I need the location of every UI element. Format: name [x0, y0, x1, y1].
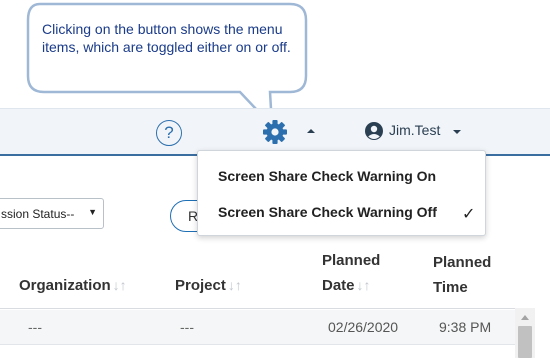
- header-label: Project: [175, 277, 226, 294]
- column-header-organization[interactable]: Organization ↓↑: [19, 273, 127, 298]
- user-menu-chevron-down-icon[interactable]: [452, 129, 462, 135]
- username-label[interactable]: Jim.Test: [389, 122, 440, 138]
- column-header-project[interactable]: Project ↓↑: [175, 273, 242, 298]
- table-row[interactable]: [0, 310, 515, 344]
- settings-caret-icon[interactable]: [306, 128, 316, 134]
- cell-project: ---: [180, 319, 194, 335]
- header-label-line1: Planned: [433, 254, 492, 271]
- sort-icon[interactable]: ↓↑: [357, 277, 371, 293]
- header-label: Organization: [19, 277, 111, 294]
- callout-text: Clicking on the button shows the menu it…: [42, 21, 291, 55]
- checkmark-icon: ✓: [462, 206, 476, 223]
- header-label-line2: Date: [322, 277, 355, 294]
- help-icon[interactable]: ?: [156, 120, 182, 146]
- column-header-planned-date[interactable]: Planned Date ↓↑: [322, 248, 380, 298]
- table-header-divider: [0, 308, 515, 309]
- cell-planned-date: 02/26/2020: [328, 319, 399, 335]
- session-status-select[interactable]: ssion Status-- ▼: [0, 198, 104, 229]
- menu-item-warning-on[interactable]: Screen Share Check Warning On: [218, 168, 436, 184]
- session-status-value: ssion Status--: [1, 207, 75, 221]
- cell-organization: ---: [28, 319, 42, 335]
- cell-planned-time: 9:38 PM: [439, 319, 492, 335]
- menu-item-warning-off[interactable]: Screen Share Check Warning Off: [218, 204, 437, 220]
- sort-icon[interactable]: ↓↑: [113, 277, 127, 293]
- settings-dropdown-menu: Screen Share Check Warning On Screen Sha…: [197, 150, 486, 236]
- scrollbar-thumb[interactable]: [518, 326, 532, 358]
- select-arrow-icon: ▼: [88, 207, 97, 217]
- sort-icon[interactable]: ↓↑: [228, 277, 242, 293]
- header-label-line1: Planned: [322, 252, 381, 269]
- table-row-divider: [0, 344, 515, 345]
- header-label-line2: Time: [433, 279, 468, 296]
- user-avatar-icon[interactable]: [365, 122, 383, 140]
- column-header-planned-time: Planned Time: [433, 250, 491, 300]
- gear-icon[interactable]: [262, 119, 288, 145]
- scroll-up-arrow-icon[interactable]: [521, 314, 529, 320]
